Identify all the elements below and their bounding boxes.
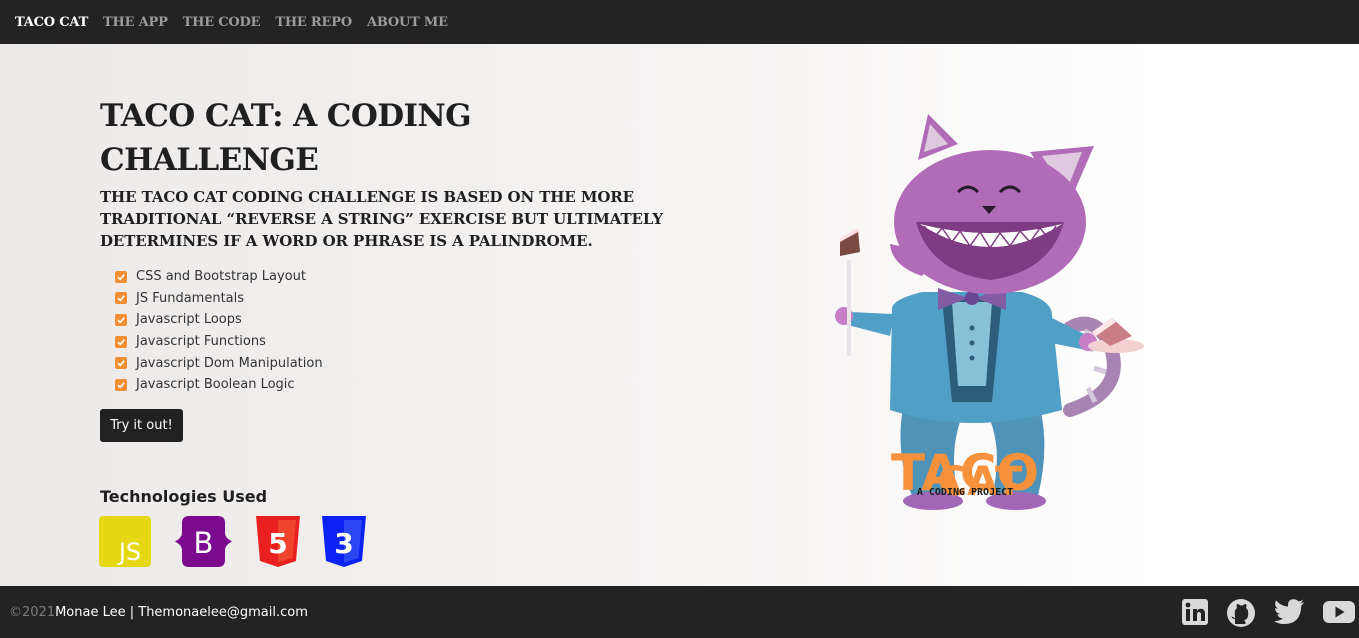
checkbox-icon <box>115 357 127 370</box>
page-title: TACO CAT: A CODING CHALLENGE <box>100 98 472 178</box>
list-item: Javascript Boolean Logic <box>115 374 323 396</box>
feature-label: Javascript Loops <box>136 312 242 328</box>
bootstrap-icon-label: B <box>194 526 214 560</box>
feature-label: Javascript Boolean Logic <box>136 377 295 393</box>
copyright-text: ©2021 <box>9 604 56 620</box>
list-item: CSS and Bootstrap Layout <box>115 266 323 288</box>
feature-label: Javascript Functions <box>136 334 266 350</box>
top-navbar: TACO CAT THE APP THE CODE THE REPO ABOUT… <box>0 0 1359 44</box>
list-item: JS Fundamentals <box>115 288 323 310</box>
css3-icon-label: 3 <box>334 527 353 560</box>
list-item: Javascript Functions <box>115 331 323 353</box>
linkedin-icon[interactable] <box>1181 598 1209 632</box>
technologies-heading: Technologies Used <box>100 487 268 506</box>
checkbox-icon <box>115 378 127 391</box>
feature-label: JS Fundamentals <box>136 290 245 306</box>
youtube-icon[interactable] <box>1322 598 1356 632</box>
twitter-icon[interactable] <box>1273 598 1305 632</box>
list-item: Javascript Dom Manipulation <box>115 352 323 374</box>
nav-link-repo[interactable]: THE REPO <box>275 15 352 30</box>
javascript-icon-label: JS <box>117 538 141 566</box>
try-it-out-button[interactable]: Try it out! <box>100 409 183 442</box>
hero-description: THE TACO CAT CODING CHALLENGE IS BASED O… <box>100 188 663 250</box>
feature-label: Javascript Dom Manipulation <box>136 355 323 371</box>
feature-label: CSS and Bootstrap Layout <box>136 269 306 285</box>
hero-section: TACO CAT: A CODING CHALLENGE THE TACO CA… <box>0 44 1359 586</box>
nav-link-code[interactable]: THE CODE <box>183 15 261 30</box>
github-icon[interactable] <box>1226 598 1256 632</box>
feature-list: CSS and Bootstrap Layout JS Fundamentals… <box>115 266 323 396</box>
nav-link-about[interactable]: ABOUT ME <box>367 15 448 30</box>
list-item: Javascript Loops <box>115 309 323 331</box>
html5-icon: 5 <box>256 516 300 571</box>
contact-text[interactable]: Monae Lee | Themonaelee@gmail.com <box>55 605 308 620</box>
taco-cat-illustration: TACO <box>835 114 1144 510</box>
page-footer: ©2021 Monae Lee | Themonaelee@gmail.com <box>0 586 1359 638</box>
checkbox-icon <box>115 335 127 348</box>
checkbox-icon <box>115 270 127 283</box>
checkbox-icon <box>115 313 127 326</box>
nav-brand[interactable]: TACO CAT <box>15 15 88 30</box>
javascript-icon: JS <box>99 516 151 571</box>
nav-link-app[interactable]: THE APP <box>103 15 168 30</box>
social-links <box>1164 598 1356 632</box>
logo-tagline: A CODING PROJECT <box>916 487 1014 498</box>
checkbox-icon <box>115 292 127 305</box>
technology-icons: JS B 5 3 <box>99 516 388 571</box>
bootstrap-icon: B <box>173 516 234 571</box>
css3-icon: 3 <box>322 516 366 571</box>
html5-icon-label: 5 <box>268 527 287 560</box>
